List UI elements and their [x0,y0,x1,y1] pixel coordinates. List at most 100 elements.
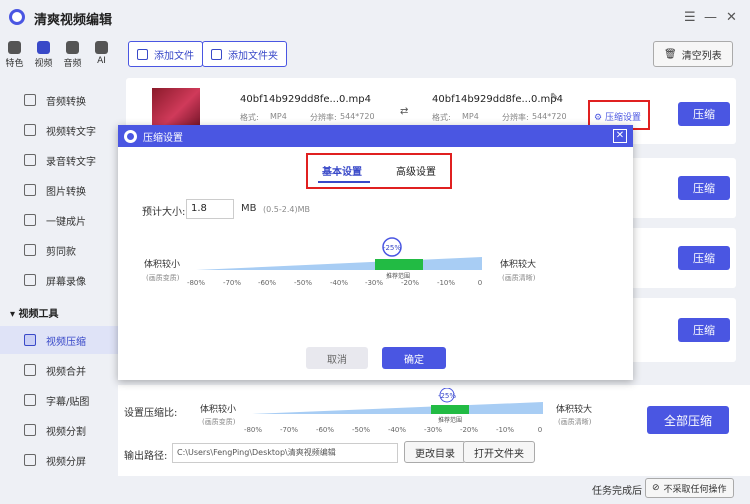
output-path-field[interactable]: C:\Users\FengPing\Desktop\清爽视频编辑 [172,443,398,463]
minimize-icon[interactable]: — [704,10,717,25]
compress-icon [24,334,36,346]
dialog-tick: 0 [477,279,483,287]
bottom-marker-label: -25% [438,392,456,400]
nav-video[interactable]: 视频 [29,38,58,70]
bottom-tick: -50% [351,426,371,434]
record-text-icon [24,154,36,166]
source-format: MP4 [270,112,287,121]
arrows-icon: ⇄ [400,106,409,117]
source-res: 544*720 [340,112,375,121]
compress-all-button[interactable]: 全部压缩 [647,406,729,434]
video-text-icon [24,124,36,136]
clear-list-button[interactable]: 🗑 清空列表 [653,41,733,67]
audio-convert-icon [24,94,36,106]
image-icon [24,184,36,196]
dialog-tick-row: -80% -70% -60% -50% -40% -30% -20% -10% … [187,279,484,289]
title-bar [0,0,750,36]
bottom-large-sub: (画质清晰) [558,418,592,426]
add-folder-icon [211,48,222,60]
bottom-tick: -60% [315,426,335,434]
close-window-icon[interactable]: ✕ [726,10,737,25]
nav-ai[interactable]: AI [87,38,116,70]
compress-settings-dialog: 压缩设置 ✕ 基本设置 高级设置 预计大小: 1.8 MB (0.5-2.4)M… [118,125,633,380]
sidebar-item-video-split[interactable]: 视频分割 [0,416,118,444]
sidebar-item-video-to-text[interactable]: 视频转文字 [0,116,118,144]
dialog-close-icon[interactable]: ✕ [613,129,627,143]
compress-button-2[interactable]: 压缩 [678,176,730,200]
video-icon [37,41,50,54]
sidebar-item-audio-to-text[interactable]: 录音转文字 [0,146,118,174]
bottom-tick: -30% [423,426,443,434]
sidebar-item-video-merge[interactable]: 视频合并 [0,356,118,384]
app-title: 清爽视频编辑 [34,13,113,28]
sidebar-item-template[interactable]: 剪同款 [0,236,118,264]
edit-pencil-icon[interactable]: ✎ [550,92,558,103]
subtitle-icon [24,394,36,406]
output-res: 544*720 [532,112,567,121]
no-action-icon: ⊘ [652,483,660,493]
confirm-button[interactable]: 确定 [382,347,446,369]
sidebar-item-video-compress[interactable]: 视频压缩 [0,326,118,354]
source-res-label: 分辨率: [310,113,337,122]
source-format-label: 格式: [240,113,259,122]
sidebar-item-split-screen[interactable]: 视频分屏 [0,446,118,474]
app-logo-icon [9,9,25,25]
bottom-tick: -10% [495,426,515,434]
audio-icon [66,41,79,54]
dialog-tick: -50% [293,279,313,287]
add-file-button[interactable]: 添加文件 [128,41,203,67]
dialog-marker-label: -25% [383,244,401,252]
scissors-icon [24,244,36,256]
output-format-label: 格式: [432,113,451,122]
output-file-name: 40bf14b929dd8fe...0.mp4 [432,94,564,105]
source-file-name: 40bf14b929dd8fe...0.mp4 [240,94,372,105]
output-format: MP4 [462,112,479,121]
output-res-label: 分辨率: [502,113,529,122]
ratio-label: 设置压缩比: [124,408,178,419]
dialog-tick: -10% [436,279,456,287]
dialog-compression-slider[interactable]: -25% 推荐范围 [194,237,484,281]
add-file-icon [137,48,148,60]
dialog-title: 压缩设置 [143,132,183,144]
compress-button-1[interactable]: 压缩 [678,102,730,126]
bottom-tick: 0 [537,426,543,434]
compress-button-4[interactable]: 压缩 [678,318,730,342]
caret-down-icon: ▾ [10,309,19,320]
nav-audio[interactable]: 音频 [58,38,87,70]
bottom-recommend-label: 推荐范围 [438,416,462,424]
bottom-tick: -20% [459,426,479,434]
dialog-header: 压缩设置 [118,125,633,147]
bottom-slider-track [252,402,543,414]
bottom-tick: -80% [243,426,263,434]
sidebar-item-one-click[interactable]: 一键成片 [0,206,118,234]
menu-icon[interactable]: ☰ [684,10,696,25]
estimated-size-input[interactable]: 1.8 [186,199,234,219]
split-icon [24,424,36,436]
estimated-size-range: (0.5-2.4)MB [263,205,310,214]
after-task-select[interactable]: ⊘ 不采取任何操作 [645,478,734,498]
sidebar-item-screen-record[interactable]: 屏幕录像 [0,266,118,294]
ai-icon [95,41,108,54]
dialog-tick: -60% [257,279,277,287]
sidebar-section-video-tools[interactable]: ▾ 视频工具 [10,305,59,320]
task-done-label: 任务完成后 [592,486,642,497]
screen-record-icon [24,274,36,286]
split-screen-icon [24,454,36,466]
dialog-large-sub: (画质清晰) [502,274,536,282]
estimated-size-unit: MB [241,203,257,214]
sidebar-item-audio-convert[interactable]: 音频转换 [0,86,118,114]
open-folder-button[interactable]: 打开文件夹 [463,441,535,463]
nav-featured[interactable]: 特色 [0,38,29,70]
sidebar-item-subtitle[interactable]: 字幕/贴图 [0,386,118,414]
bottom-tick-row: -80% -70% -60% -50% -40% -30% -20% -10% … [244,426,545,436]
dialog-small-label: 体积较小 [144,260,181,270]
compress-button-3[interactable]: 压缩 [678,246,730,270]
sidebar-item-image-convert[interactable]: 图片转换 [0,176,118,204]
cancel-button[interactable]: 取消 [306,347,368,369]
dialog-tick: -70% [222,279,242,287]
change-dir-button[interactable]: 更改目录 [404,441,466,463]
bottom-tick: -40% [387,426,407,434]
add-folder-button[interactable]: 添加文件夹 [202,41,287,67]
one-click-icon [24,214,36,226]
featured-icon [8,41,21,54]
